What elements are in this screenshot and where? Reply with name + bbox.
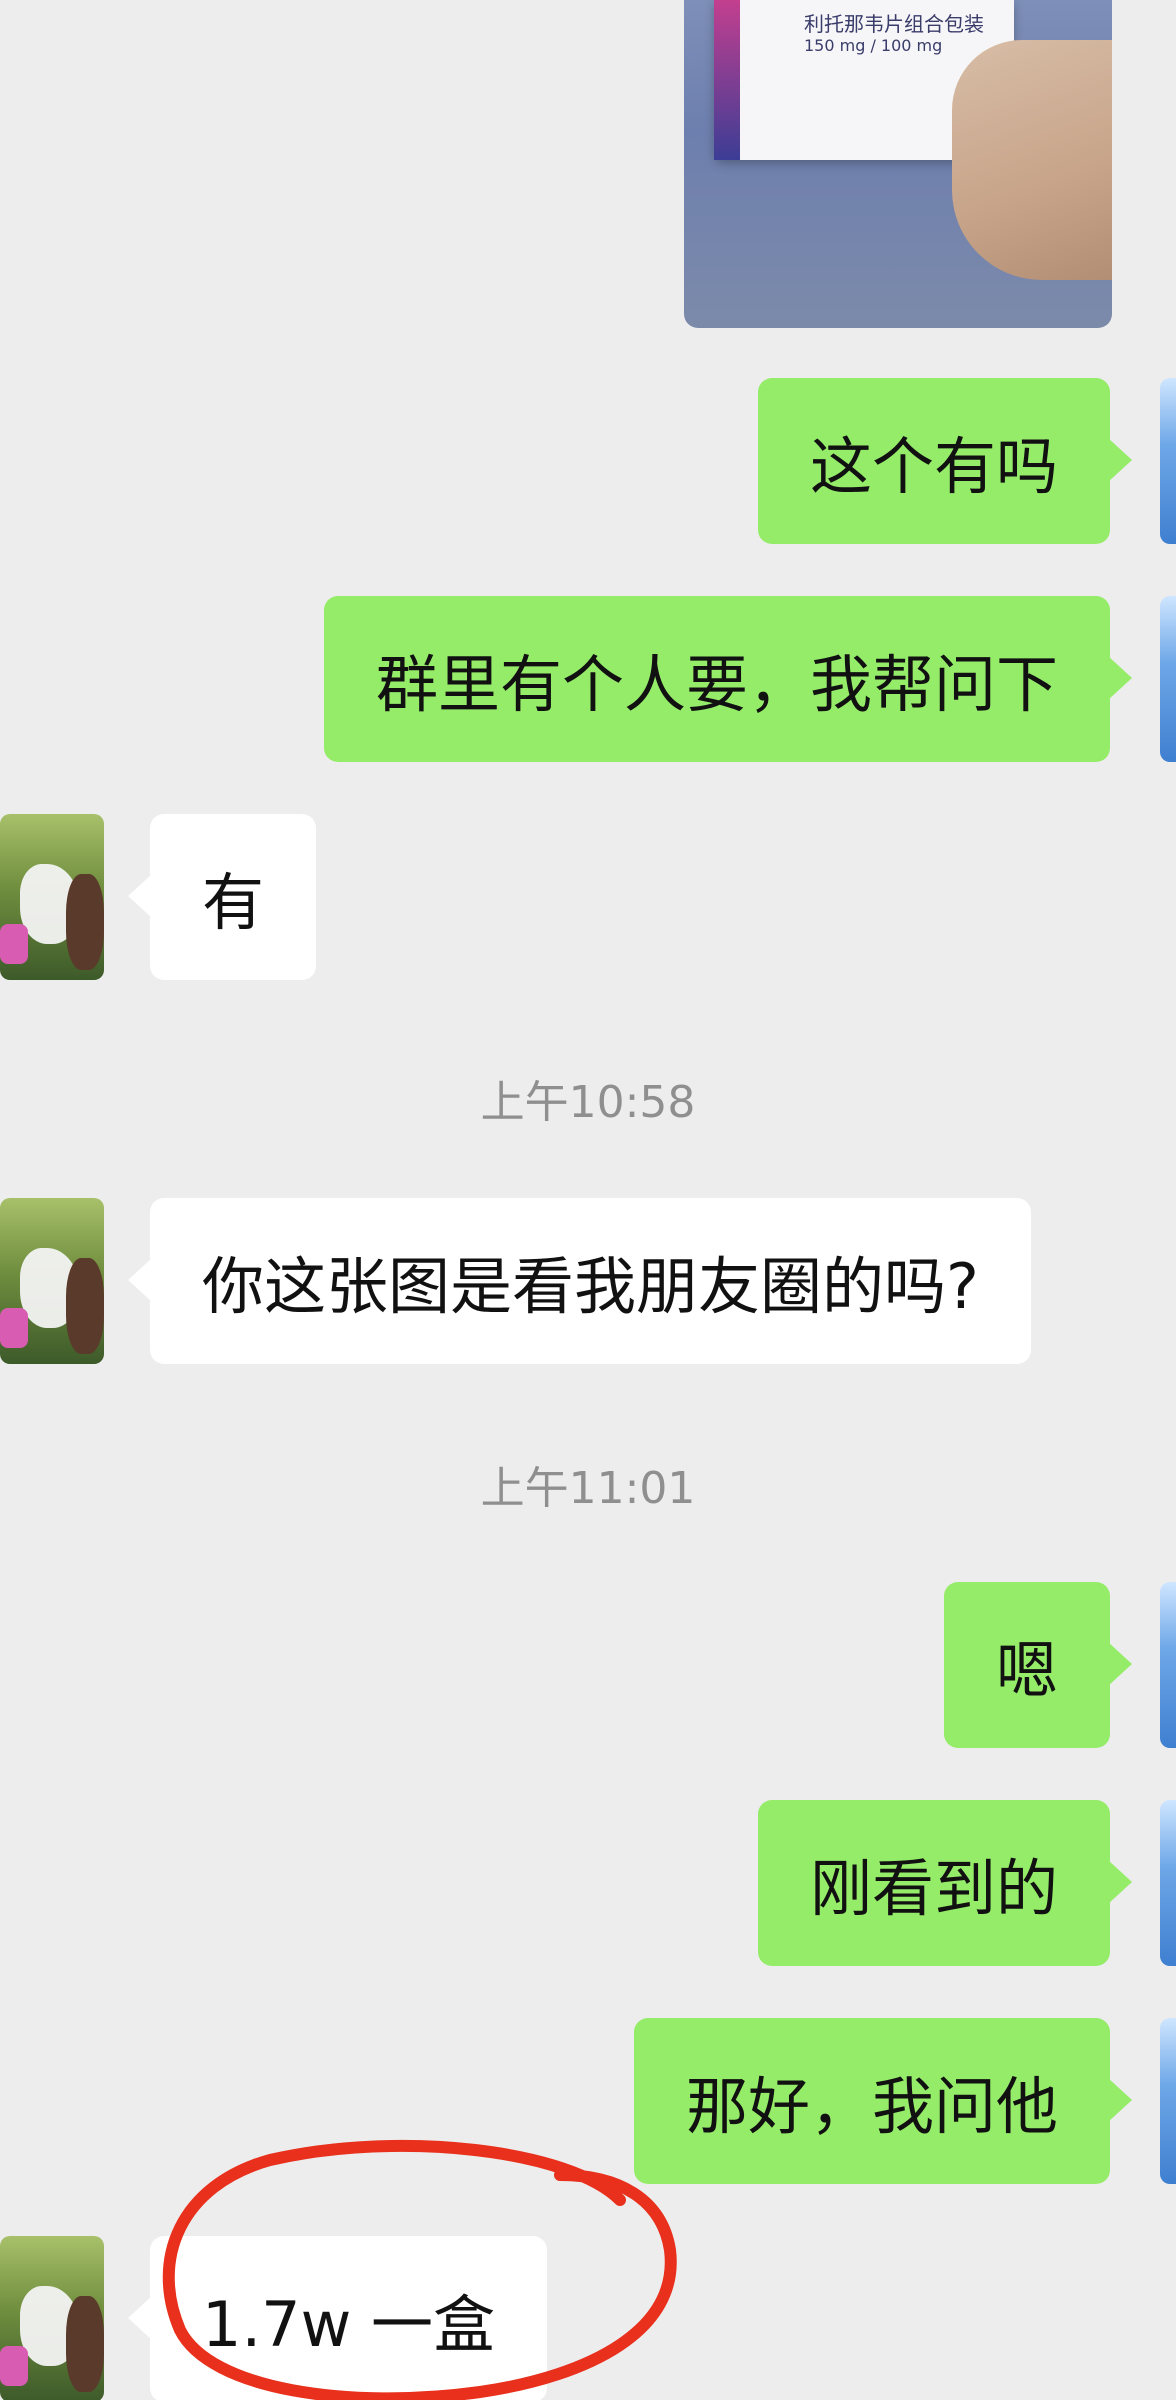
- box-text-dose: 150 mg / 100 mg: [804, 36, 943, 55]
- message-bubble-received[interactable]: 你这张图是看我朋友圈的吗?: [128, 1198, 1031, 1364]
- my-avatar[interactable]: [1160, 1582, 1176, 1748]
- my-avatar[interactable]: [1160, 378, 1176, 544]
- my-avatar[interactable]: [1160, 2018, 1176, 2184]
- message-bubble-sent[interactable]: 嗯: [943, 1582, 1133, 1748]
- hand-image: [952, 40, 1112, 280]
- contact-avatar[interactable]: [0, 2236, 104, 2400]
- my-avatar[interactable]: [1160, 596, 1176, 762]
- message-bubble-received[interactable]: 1.7w 一盒: [127, 2236, 548, 2400]
- message-bubble-sent[interactable]: 那好，我问他: [633, 2018, 1133, 2184]
- message-bubble-received[interactable]: 有: [127, 814, 317, 980]
- contact-avatar[interactable]: [0, 814, 104, 980]
- contact-avatar[interactable]: [0, 1198, 104, 1364]
- timestamp: 上午10:58: [480, 1077, 696, 1128]
- chat-area[interactable]: 利托那韦片组合包装 150 mg / 100 mg 这个有吗 群里有个人要，我帮…: [0, 0, 1176, 2400]
- box-text-name: 利托那韦片组合包装: [804, 12, 984, 36]
- message-bubble-sent[interactable]: 这个有吗: [757, 378, 1133, 544]
- message-bubble-sent[interactable]: 刚看到的: [757, 1800, 1133, 1966]
- timestamp: 上午11:01: [480, 1463, 696, 1514]
- message-bubble-sent[interactable]: 群里有个人要，我帮问下: [323, 596, 1133, 762]
- image-message[interactable]: 利托那韦片组合包装 150 mg / 100 mg: [684, 0, 1112, 328]
- my-avatar[interactable]: [1160, 1800, 1176, 1966]
